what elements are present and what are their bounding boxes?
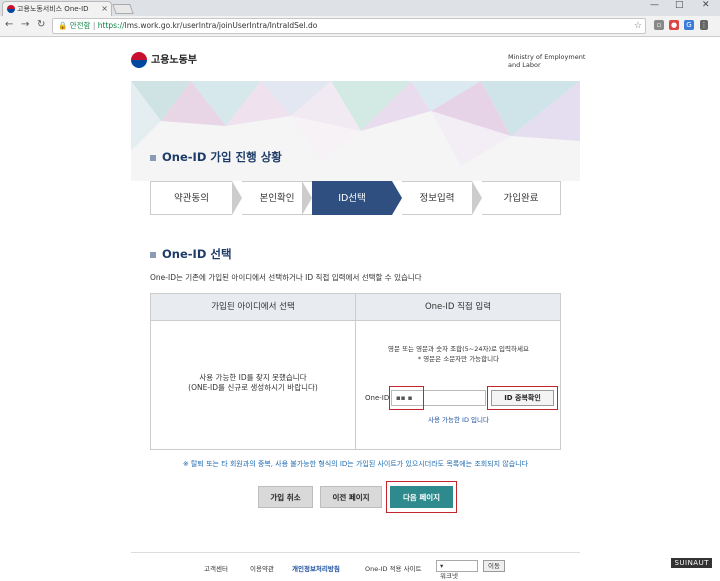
reload-icon[interactable]: ↻: [37, 19, 45, 30]
highlight-box: [386, 481, 457, 513]
taegeuk-icon: [131, 52, 147, 68]
favicon-icon: [7, 5, 15, 13]
browser-toolbar: ← → ↻ 🔒 안전함 | https://lms.work.go.kr/use…: [0, 16, 720, 37]
url-text: lms.work.go.kr/userIntra/joinUserIntra/I…: [124, 21, 318, 30]
close-window-button[interactable]: ✕: [702, 0, 710, 10]
watermark-badge: SUINAUT: [671, 558, 712, 568]
related-site-value: 워크넷: [440, 572, 458, 580]
existing-id-header: 가입된 아이디에서 선택: [151, 294, 355, 321]
footer-privacy[interactable]: 개인정보처리방침: [292, 563, 340, 573]
select-description: One-ID는 기존에 가입된 아이디에서 선택하거나 ID 직접 입력에서 선…: [150, 273, 422, 282]
id-selection-panel: 가입된 아이디에서 선택 One-ID 직접 입력 사용 가능한 ID를 찾지 …: [150, 293, 561, 450]
ministry-logo[interactable]: 고용노동부: [131, 51, 197, 68]
extension-icon[interactable]: ▫: [654, 20, 664, 30]
direct-input-header: One-ID 직접 입력: [356, 294, 560, 321]
input-guide-line1: 영문 또는 영문과 숫자 조합(5~24자)로 입력하세요: [388, 345, 529, 353]
bullet-square-icon: [150, 251, 156, 258]
step-info-input: 정보입력: [402, 181, 472, 215]
browser-tabbar: 고용노동서비스 One-ID × — □ ✕: [0, 0, 720, 16]
extension-icon[interactable]: ●: [669, 20, 679, 30]
browser-tab[interactable]: 고용노동서비스 One-ID ×: [2, 1, 112, 16]
step-id-select: ID선택: [312, 181, 392, 215]
progress-steps: 약관동의 본인확인 ID선택 정보입력 가입완료: [150, 181, 561, 215]
cancel-signup-button[interactable]: 가입 취소: [258, 486, 313, 508]
prev-page-button[interactable]: 이전 페이지: [320, 486, 382, 508]
forward-icon[interactable]: →: [21, 19, 29, 30]
logo-text: 고용노동부: [151, 55, 197, 66]
highlight-box: [487, 386, 558, 410]
bullet-square-icon: [150, 154, 156, 161]
new-tab-button[interactable]: [112, 4, 134, 14]
step-chevron: [232, 181, 242, 215]
progress-title-text: One-ID 가입 진행 상황: [162, 150, 282, 164]
translate-icon[interactable]: G: [684, 20, 694, 30]
geometric-banner-image: [131, 81, 580, 181]
footer: 고객센터 이용약관 개인정보처리방침 One-ID 적용 사이트 워크넷 ▾ 이…: [131, 552, 580, 580]
ministry-line1: Ministry of Employment: [508, 53, 586, 61]
step-chevron: [472, 181, 482, 215]
bookmark-star-icon[interactable]: ☆: [634, 19, 642, 33]
url-prefix: https://: [97, 21, 125, 30]
step-complete: 가입완료: [482, 181, 561, 215]
header-banner: [131, 81, 580, 181]
notice-text: ※ 탈퇴 또는 타 회원과의 중복, 사용 불가능한 형식의 ID는 가입된 사…: [182, 460, 529, 468]
input-guide: 영문 또는 영문과 숫자 조합(5~24자)로 입력하세요 * 영문은 소문자만…: [356, 344, 561, 364]
step-chevron: [392, 181, 402, 215]
ministry-line2: and Labor: [508, 61, 541, 69]
lock-icon: 🔒: [58, 21, 68, 30]
related-site-select[interactable]: 워크넷 ▾: [436, 560, 478, 580]
footer-customer-center[interactable]: 고객센터: [204, 563, 228, 573]
tab-title: 고용노동서비스 One-ID: [17, 5, 89, 13]
select-title: One-ID 선택: [150, 246, 232, 262]
footer-related-sites-label: One-ID 적용 사이트: [365, 565, 422, 573]
no-id-line2: (ONE-ID를 신규로 생성하시기 바랍니다): [188, 383, 318, 392]
tab-close-icon[interactable]: ×: [101, 2, 108, 16]
maximize-button[interactable]: □: [675, 0, 684, 10]
minimize-button[interactable]: —: [650, 0, 659, 10]
menu-icon[interactable]: ⋮: [700, 20, 708, 30]
input-guide-line2: * 영문은 소문자만 가능합니다: [417, 355, 500, 363]
highlight-box: [389, 386, 424, 410]
available-message: 사용 가능한 ID 입니다: [428, 416, 489, 424]
step-terms: 약관동의: [150, 181, 232, 215]
ministry-english-name: Ministry of Employment and Labor: [508, 53, 585, 69]
one-id-label: One-ID: [365, 394, 390, 402]
no-id-message: 사용 가능한 ID를 찾지 못했습니다 (ONE-ID를 신규로 생성하시기 바…: [151, 373, 355, 393]
go-button[interactable]: 이동: [483, 560, 505, 572]
page: 고용노동부 Ministry of Employment and Labor O…: [0, 37, 720, 580]
no-id-line1: 사용 가능한 ID를 찾지 못했습니다: [199, 373, 307, 382]
address-bar[interactable]: 🔒 안전함 | https://lms.work.go.kr/userIntra…: [52, 18, 646, 34]
back-icon[interactable]: ←: [5, 19, 13, 30]
step-chevron: [302, 181, 312, 215]
progress-title: One-ID 가입 진행 상황: [150, 149, 282, 165]
select-title-text: One-ID 선택: [162, 247, 232, 261]
panel-divider: [355, 294, 356, 449]
footer-terms[interactable]: 이용약관: [250, 563, 274, 573]
secure-label: 안전함: [69, 21, 91, 30]
